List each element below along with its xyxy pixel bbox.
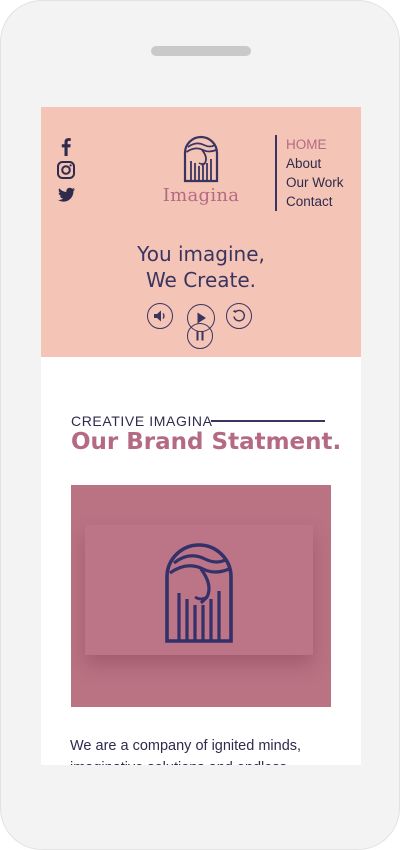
- phone-speaker: [151, 46, 251, 56]
- volume-icon: [154, 310, 165, 322]
- volume-button[interactable]: [147, 303, 173, 329]
- brand-card: [85, 525, 313, 655]
- nav-item-about[interactable]: About: [286, 154, 344, 173]
- section-eyebrow: CREATIVE IMAGINA: [71, 413, 213, 429]
- replay-button[interactable]: [226, 303, 252, 329]
- tagline-line-1: You imagine,: [137, 242, 265, 266]
- social-links: [55, 135, 77, 207]
- pause-icon: [196, 331, 204, 341]
- hero-section: Imagina HOME About Our Work Contact You …: [41, 107, 361, 357]
- imagina-logo-icon: [183, 135, 219, 183]
- main-nav: HOME About Our Work Contact: [275, 135, 344, 211]
- phone-frame: Imagina HOME About Our Work Contact You …: [0, 0, 400, 850]
- facebook-icon[interactable]: [55, 135, 77, 157]
- replay-icon: [232, 309, 246, 322]
- eyebrow-divider: [211, 420, 325, 422]
- section-eyebrow-row: CREATIVE IMAGINA: [71, 413, 331, 429]
- hero-tagline: You imagine, We Create.: [41, 241, 361, 293]
- nav-item-home[interactable]: HOME: [286, 135, 344, 154]
- page-screen: Imagina HOME About Our Work Contact You …: [41, 107, 361, 765]
- pause-button[interactable]: [187, 323, 213, 349]
- nav-item-our-work[interactable]: Our Work: [286, 173, 344, 192]
- brand-image: [71, 485, 331, 707]
- tagline-line-2: We Create.: [145, 268, 257, 292]
- imagina-logo-icon: [165, 543, 233, 643]
- brand-name: Imagina: [162, 185, 240, 206]
- brand-logo-block[interactable]: Imagina: [151, 133, 251, 206]
- section-title: Our Brand Statment.: [71, 429, 342, 455]
- brand-statement-text: We are a company of ignited minds, imagi…: [70, 738, 302, 765]
- twitter-icon[interactable]: [55, 183, 77, 205]
- nav-item-contact[interactable]: Contact: [286, 192, 344, 211]
- instagram-icon[interactable]: [55, 159, 77, 181]
